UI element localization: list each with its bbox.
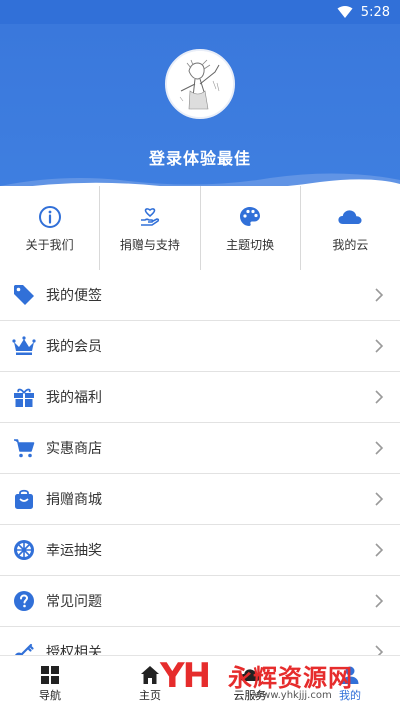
menu-item-label: 实惠商店 — [46, 441, 102, 457]
chevron-right-icon — [375, 594, 384, 608]
chevron-right-icon — [375, 288, 384, 302]
quick-actions-grid: 关于我们 捐赠与支持 主题切换 我的云 — [0, 186, 400, 270]
bottom-nav: 导航 主页 云服务 我的 — [0, 655, 400, 711]
cart-icon — [12, 436, 36, 460]
nav-tab-label: 导航 — [39, 688, 61, 702]
palette-icon — [237, 204, 263, 230]
status-bar: 5:28 — [0, 0, 400, 24]
help-icon — [12, 589, 36, 613]
gift-icon — [12, 385, 36, 409]
crown-icon — [12, 334, 36, 358]
tag-icon — [12, 283, 36, 307]
quick-action-my-cloud[interactable]: 我的云 — [301, 186, 400, 270]
grid-icon — [41, 665, 59, 684]
quick-action-label: 关于我们 — [25, 237, 74, 252]
nav-tab-home[interactable]: 主页 — [100, 656, 200, 711]
menu-item-label: 幸运抽奖 — [46, 543, 102, 559]
quick-action-donate[interactable]: 捐赠与支持 — [100, 186, 201, 270]
menu-item-donation-mall[interactable]: 捐赠商城 — [0, 474, 400, 525]
profile-header: 登录体验最佳 — [0, 24, 400, 194]
chevron-right-icon — [375, 543, 384, 557]
quick-action-label: 捐赠与支持 — [119, 237, 180, 252]
quick-action-label: 主题切换 — [226, 237, 275, 252]
menu-item-notes[interactable]: 我的便签 — [0, 270, 400, 321]
cloud-icon — [337, 204, 363, 230]
menu-item-label: 常见问题 — [46, 594, 102, 610]
status-time: 5:28 — [360, 4, 390, 20]
menu-item-lottery[interactable]: 幸运抽奖 — [0, 525, 400, 576]
chevron-right-icon — [375, 441, 384, 455]
menu-item-membership[interactable]: 我的会员 — [0, 321, 400, 372]
nav-tab-label: 主页 — [139, 688, 161, 702]
shopping-bag-icon — [12, 487, 36, 511]
info-icon — [37, 204, 63, 230]
chevron-right-icon — [375, 390, 384, 404]
nav-tab-cloud-service[interactable]: 云服务 — [200, 656, 300, 711]
chevron-right-icon — [375, 339, 384, 353]
menu-item-label: 我的会员 — [46, 339, 102, 355]
chevron-right-icon — [375, 492, 384, 506]
menu-item-label: 我的便签 — [46, 288, 102, 304]
nav-tab-mine[interactable]: 我的 — [300, 656, 400, 711]
menu-item-store[interactable]: 实惠商店 — [0, 423, 400, 474]
menu-item-faq[interactable]: 常见问题 — [0, 576, 400, 627]
menu-item-label: 捐赠商城 — [46, 492, 102, 508]
menu-item-benefits[interactable]: 我的福利 — [0, 372, 400, 423]
cloud-service-icon — [240, 668, 261, 681]
menu-list: 我的便签 我的会员 我的福利 实惠商店 捐赠商城 幸运抽奖 常见问题 授权相关 — [0, 270, 400, 678]
lottery-wheel-icon — [12, 538, 36, 562]
home-icon — [141, 665, 159, 684]
avatar-sketch-icon — [167, 51, 233, 117]
nav-tab-label: 云服务 — [233, 688, 267, 702]
nav-tab-label: 我的 — [339, 688, 361, 702]
quick-action-about[interactable]: 关于我们 — [0, 186, 101, 270]
donate-hand-heart-icon — [137, 204, 163, 230]
wifi-icon — [337, 6, 353, 18]
avatar[interactable] — [165, 49, 235, 119]
quick-action-label: 我的云 — [332, 237, 369, 252]
user-icon — [341, 666, 359, 684]
menu-item-label: 我的福利 — [46, 390, 102, 406]
quick-action-theme[interactable]: 主题切换 — [201, 186, 301, 270]
nav-tab-navigation[interactable]: 导航 — [0, 656, 100, 711]
